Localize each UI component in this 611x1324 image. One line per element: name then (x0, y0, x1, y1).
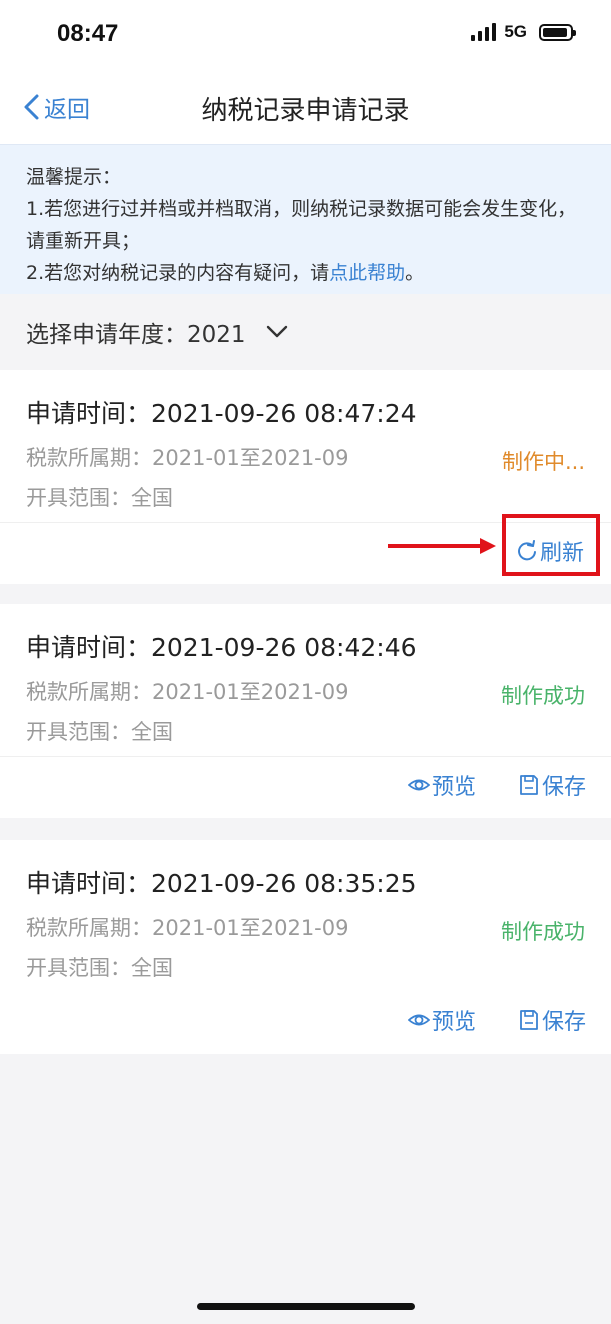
record-time: 申请时间：2021-09-26 08:47:24 (26, 399, 417, 428)
status-time: 08:47 (57, 20, 119, 47)
status-indicators: 5G (471, 22, 576, 42)
signal-icon (471, 23, 497, 41)
tip-line-2-suffix: 。 (405, 262, 425, 284)
record-period: 税款所属期：2021-01至2021-09 (26, 680, 349, 704)
help-link[interactable]: 点此帮助 (329, 262, 405, 284)
preview-label: 预览 (432, 1010, 477, 1035)
record-period: 税款所属期：2021-01至2021-09 (26, 446, 349, 470)
record-period: 税款所属期：2021-01至2021-09 (26, 916, 349, 940)
battery-icon (539, 23, 576, 41)
save-icon (520, 1010, 538, 1030)
red-arrow-annotation (388, 538, 496, 554)
save-button[interactable]: 保存 (518, 1004, 586, 1036)
record-time: 申请时间：2021-09-26 08:35:25 (26, 869, 417, 898)
record-scope: 开具范围：全国 (26, 720, 173, 744)
eye-icon (408, 1014, 430, 1026)
preview-label: 预览 (432, 775, 477, 800)
highlight-box (502, 514, 600, 576)
tip-line-1: 1.若您进行过并档或并档取消，则纳税记录数据可能会发生变化，请重新开具； (26, 198, 577, 252)
record-scope: 开具范围：全国 (26, 956, 173, 980)
status-bar: 08:47 5G (0, 0, 611, 70)
nav-bar: 返回 纳税记录申请记录 (0, 70, 611, 144)
save-label: 保存 (542, 1010, 587, 1035)
home-indicator (197, 1303, 415, 1310)
record-time: 申请时间：2021-09-26 08:42:46 (26, 633, 417, 662)
tip-box: 温馨提示： 1.若您进行过并档或并档取消，则纳税记录数据可能会发生变化，请重新开… (0, 144, 611, 294)
record-status: 制作成功 (501, 920, 585, 944)
record-scope: 开具范围：全国 (26, 486, 173, 510)
save-icon (520, 775, 538, 795)
save-label: 保存 (542, 775, 587, 800)
preview-button[interactable]: 预览 (408, 769, 476, 801)
record-actions: 预览 保存 (0, 992, 611, 1054)
year-selector[interactable]: 选择申请年度：2021 (0, 294, 611, 370)
record-status: 制作中... (501, 450, 585, 474)
eye-icon (408, 779, 430, 791)
record-status: 制作成功 (501, 684, 585, 708)
preview-button[interactable]: 预览 (408, 1004, 476, 1036)
record-info: 申请时间：2021-09-26 08:47:24 税款所属期：2021-01至2… (0, 370, 611, 522)
record-card: 申请时间：2021-09-26 08:42:46 税款所属期：2021-01至2… (0, 604, 611, 818)
record-actions: 预览 保存 (0, 756, 611, 818)
record-info: 申请时间：2021-09-26 08:35:25 税款所属期：2021-01至2… (0, 840, 611, 992)
record-card: 申请时间：2021-09-26 08:35:25 税款所属期：2021-01至2… (0, 840, 611, 1054)
year-selector-label: 选择申请年度：2021 (26, 322, 246, 348)
record-info: 申请时间：2021-09-26 08:42:46 税款所属期：2021-01至2… (0, 604, 611, 756)
page-title: 纳税记录申请记录 (201, 96, 410, 126)
network-type: 5G (504, 22, 527, 41)
tip-heading: 温馨提示： (26, 166, 122, 188)
save-button[interactable]: 保存 (518, 769, 586, 801)
tip-line-2: 2.若您对纳税记录的内容有疑问，请点此帮助。 (26, 257, 585, 289)
chevron-down-icon (266, 325, 287, 338)
tip-line-2-prefix: 2.若您对纳税记录的内容有疑问，请 (26, 262, 330, 284)
